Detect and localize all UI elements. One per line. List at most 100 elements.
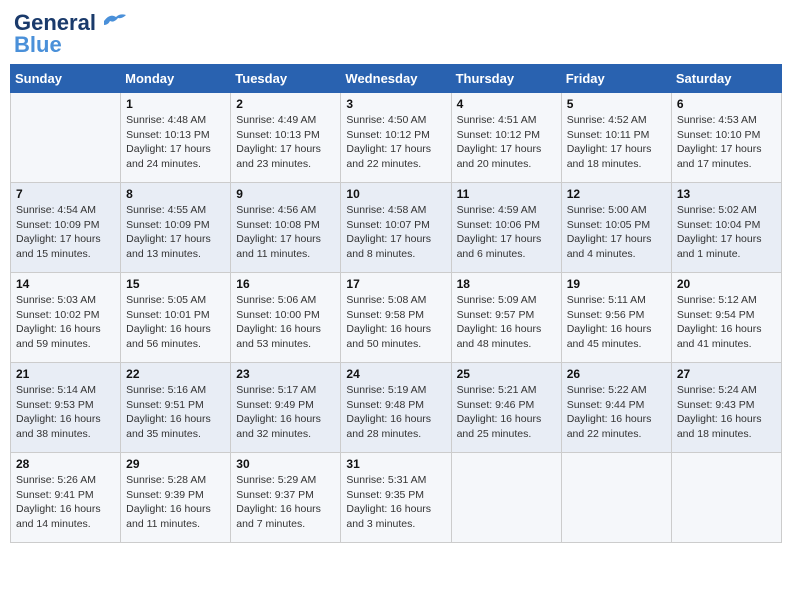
calendar-cell — [561, 453, 671, 543]
day-detail: Sunrise: 5:09 AM Sunset: 9:57 PM Dayligh… — [457, 293, 556, 352]
calendar-cell: 26Sunrise: 5:22 AM Sunset: 9:44 PM Dayli… — [561, 363, 671, 453]
day-detail: Sunrise: 5:02 AM Sunset: 10:04 PM Daylig… — [677, 203, 776, 262]
calendar-cell: 4Sunrise: 4:51 AM Sunset: 10:12 PM Dayli… — [451, 93, 561, 183]
day-number: 30 — [236, 457, 335, 471]
col-header-monday: Monday — [121, 65, 231, 93]
day-number: 8 — [126, 187, 225, 201]
calendar-cell: 17 Sunrise: 5:08 AM Sunset: 9:58 PM Dayli… — [341, 273, 451, 363]
calendar-cell: 6 Sunrise: 4:53 AM Sunset: 10:10 PM Dayli… — [671, 93, 781, 183]
calendar-cell: 16 Sunrise: 5:06 AM Sunset: 10:00 PM Dayl… — [231, 273, 341, 363]
day-detail: Sunrise: 4:49 AM Sunset: 10:13 PM Daylig… — [236, 113, 335, 172]
calendar-cell: 15 Sunrise: 5:05 AM Sunset: 10:01 PM Dayl… — [121, 273, 231, 363]
day-detail: Sunrise: 5:11 AM Sunset: 9:56 PM Dayligh… — [567, 293, 666, 352]
day-number: 11 — [457, 187, 556, 201]
calendar-cell: 1 Sunrise: 4:48 AM Sunset: 10:13 PM Dayli… — [121, 93, 231, 183]
day-number: 19 — [567, 277, 666, 291]
logo: General Blue — [14, 10, 128, 58]
calendar-cell: 27 Sunrise: 5:24 AM Sunset: 9:43 PM Dayli… — [671, 363, 781, 453]
calendar-week-row: 28Sunrise: 5:26 AM Sunset: 9:41 PM Dayli… — [11, 453, 782, 543]
day-detail: Sunrise: 5:29 AM Sunset: 9:37 PM Dayligh… — [236, 473, 335, 532]
day-number: 25 — [457, 367, 556, 381]
calendar-cell: 12 Sunrise: 5:00 AM Sunset: 10:05 PM Dayl… — [561, 183, 671, 273]
calendar-cell: 13 Sunrise: 5:02 AM Sunset: 10:04 PM Dayl… — [671, 183, 781, 273]
day-number: 16 — [236, 277, 335, 291]
day-number: 3 — [346, 97, 445, 111]
calendar-cell: 20 Sunrise: 5:12 AM Sunset: 9:54 PM Dayli… — [671, 273, 781, 363]
day-number: 31 — [346, 457, 445, 471]
calendar-week-row: 14 Sunrise: 5:03 AM Sunset: 10:02 PM Dayl… — [11, 273, 782, 363]
col-header-thursday: Thursday — [451, 65, 561, 93]
calendar-cell: 11 Sunrise: 4:59 AM Sunset: 10:06 PM Dayl… — [451, 183, 561, 273]
calendar-cell: 28Sunrise: 5:26 AM Sunset: 9:41 PM Dayli… — [11, 453, 121, 543]
calendar-cell: 2Sunrise: 4:49 AM Sunset: 10:13 PM Dayli… — [231, 93, 341, 183]
day-detail: Sunrise: 5:31 AM Sunset: 9:35 PM Dayligh… — [346, 473, 445, 532]
calendar-cell — [671, 453, 781, 543]
day-detail: Sunrise: 4:48 AM Sunset: 10:13 PM Daylig… — [126, 113, 225, 172]
day-number: 29 — [126, 457, 225, 471]
day-number: 10 — [346, 187, 445, 201]
calendar-cell: 25 Sunrise: 5:21 AM Sunset: 9:46 PM Dayli… — [451, 363, 561, 453]
logo-blue-text: Blue — [14, 32, 62, 58]
day-detail: Sunrise: 4:56 AM Sunset: 10:08 PM Daylig… — [236, 203, 335, 262]
day-number: 13 — [677, 187, 776, 201]
day-detail: Sunrise: 5:08 AM Sunset: 9:58 PM Dayligh… — [346, 293, 445, 352]
calendar-cell: 5 Sunrise: 4:52 AM Sunset: 10:11 PM Dayli… — [561, 93, 671, 183]
day-number: 18 — [457, 277, 556, 291]
col-header-saturday: Saturday — [671, 65, 781, 93]
day-detail: Sunrise: 5:16 AM Sunset: 9:51 PM Dayligh… — [126, 383, 225, 442]
day-detail: Sunrise: 5:19 AM Sunset: 9:48 PM Dayligh… — [346, 383, 445, 442]
calendar-cell — [11, 93, 121, 183]
day-number: 1 — [126, 97, 225, 111]
day-number: 20 — [677, 277, 776, 291]
day-detail: Sunrise: 4:53 AM Sunset: 10:10 PM Daylig… — [677, 113, 776, 172]
day-number: 17 — [346, 277, 445, 291]
calendar-week-row: 21Sunrise: 5:14 AM Sunset: 9:53 PM Dayli… — [11, 363, 782, 453]
calendar-cell: 24 Sunrise: 5:19 AM Sunset: 9:48 PM Dayli… — [341, 363, 451, 453]
day-number: 24 — [346, 367, 445, 381]
day-number: 12 — [567, 187, 666, 201]
calendar-cell: 22 Sunrise: 5:16 AM Sunset: 9:51 PM Dayli… — [121, 363, 231, 453]
day-number: 9 — [236, 187, 335, 201]
calendar-cell: 21Sunrise: 5:14 AM Sunset: 9:53 PM Dayli… — [11, 363, 121, 453]
calendar-cell: 9 Sunrise: 4:56 AM Sunset: 10:08 PM Dayli… — [231, 183, 341, 273]
day-number: 22 — [126, 367, 225, 381]
day-number: 6 — [677, 97, 776, 111]
day-detail: Sunrise: 5:22 AM Sunset: 9:44 PM Dayligh… — [567, 383, 666, 442]
calendar-cell: 29Sunrise: 5:28 AM Sunset: 9:39 PM Dayli… — [121, 453, 231, 543]
day-number: 23 — [236, 367, 335, 381]
day-detail: Sunrise: 4:52 AM Sunset: 10:11 PM Daylig… — [567, 113, 666, 172]
day-detail: Sunrise: 4:58 AM Sunset: 10:07 PM Daylig… — [346, 203, 445, 262]
day-detail: Sunrise: 4:54 AM Sunset: 10:09 PM Daylig… — [16, 203, 115, 262]
day-number: 28 — [16, 457, 115, 471]
day-number: 14 — [16, 277, 115, 291]
calendar-cell: 23 Sunrise: 5:17 AM Sunset: 9:49 PM Dayli… — [231, 363, 341, 453]
day-detail: Sunrise: 4:51 AM Sunset: 10:12 PM Daylig… — [457, 113, 556, 172]
day-detail: Sunrise: 4:59 AM Sunset: 10:06 PM Daylig… — [457, 203, 556, 262]
logo-bird-icon — [100, 11, 128, 31]
day-number: 27 — [677, 367, 776, 381]
day-detail: Sunrise: 5:03 AM Sunset: 10:02 PM Daylig… — [16, 293, 115, 352]
day-detail: Sunrise: 5:00 AM Sunset: 10:05 PM Daylig… — [567, 203, 666, 262]
calendar-cell: 30 Sunrise: 5:29 AM Sunset: 9:37 PM Dayli… — [231, 453, 341, 543]
day-detail: Sunrise: 5:24 AM Sunset: 9:43 PM Dayligh… — [677, 383, 776, 442]
calendar-week-row: 1 Sunrise: 4:48 AM Sunset: 10:13 PM Dayli… — [11, 93, 782, 183]
col-header-friday: Friday — [561, 65, 671, 93]
col-header-wednesday: Wednesday — [341, 65, 451, 93]
col-header-tuesday: Tuesday — [231, 65, 341, 93]
day-number: 15 — [126, 277, 225, 291]
day-detail: Sunrise: 5:17 AM Sunset: 9:49 PM Dayligh… — [236, 383, 335, 442]
day-number: 5 — [567, 97, 666, 111]
calendar-table: SundayMondayTuesdayWednesdayThursdayFrid… — [10, 64, 782, 543]
calendar-cell: 18 Sunrise: 5:09 AM Sunset: 9:57 PM Dayli… — [451, 273, 561, 363]
day-detail: Sunrise: 5:21 AM Sunset: 9:46 PM Dayligh… — [457, 383, 556, 442]
page-header: General Blue — [10, 10, 782, 58]
calendar-cell: 31 Sunrise: 5:31 AM Sunset: 9:35 PM Dayli… — [341, 453, 451, 543]
calendar-cell: 10 Sunrise: 4:58 AM Sunset: 10:07 PM Dayl… — [341, 183, 451, 273]
col-header-sunday: Sunday — [11, 65, 121, 93]
day-number: 21 — [16, 367, 115, 381]
calendar-cell: 19 Sunrise: 5:11 AM Sunset: 9:56 PM Dayli… — [561, 273, 671, 363]
day-detail: Sunrise: 5:06 AM Sunset: 10:00 PM Daylig… — [236, 293, 335, 352]
day-detail: Sunrise: 5:05 AM Sunset: 10:01 PM Daylig… — [126, 293, 225, 352]
day-number: 7 — [16, 187, 115, 201]
day-detail: Sunrise: 5:12 AM Sunset: 9:54 PM Dayligh… — [677, 293, 776, 352]
